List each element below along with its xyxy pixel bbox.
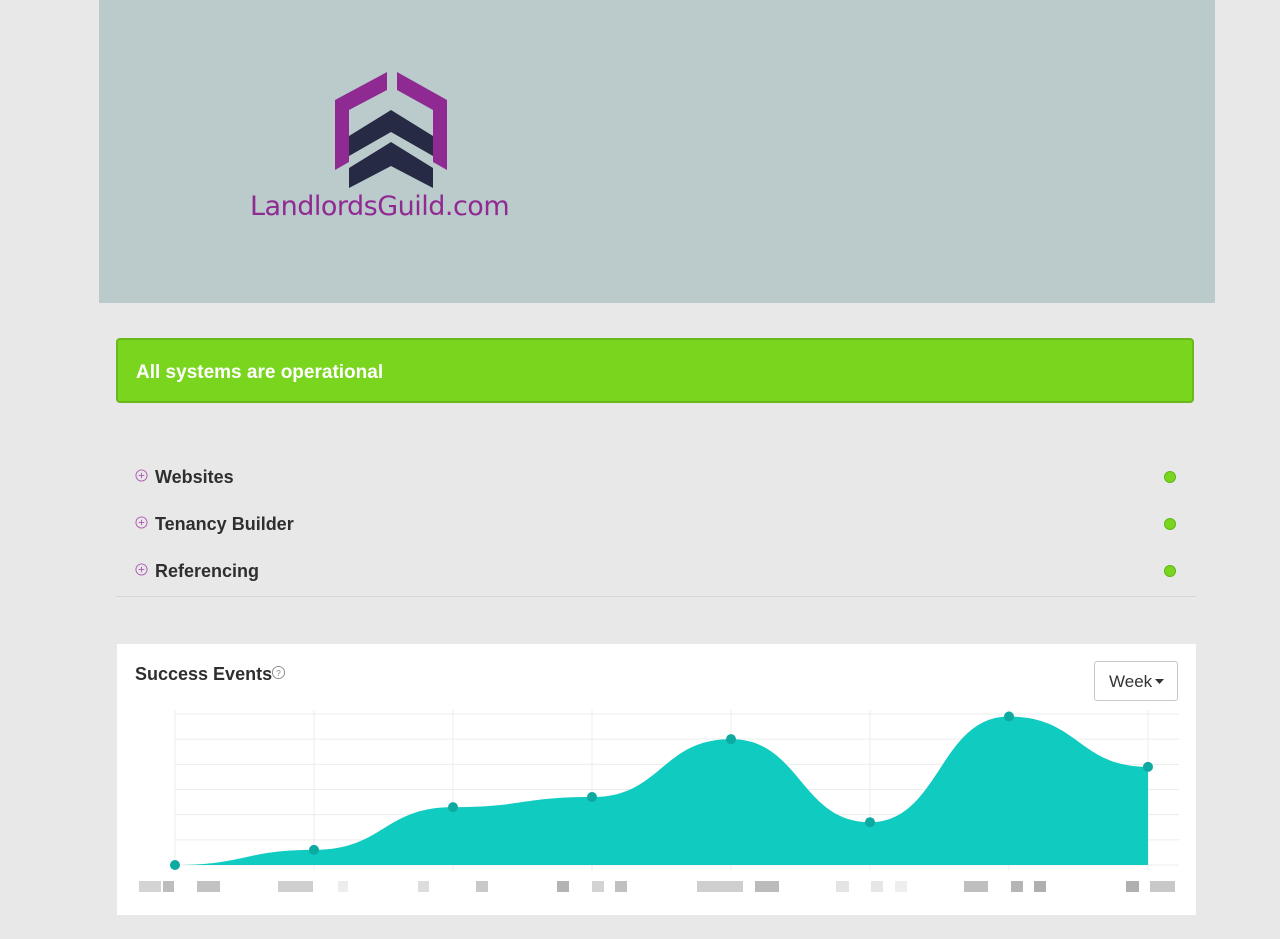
plus-circle-icon[interactable] (135, 516, 148, 529)
data-point (170, 860, 180, 870)
data-point (1143, 761, 1153, 772)
status-dot (1164, 471, 1176, 483)
x-tick-label (615, 881, 627, 892)
x-tick-label (1011, 881, 1023, 892)
success-events-chart (139, 710, 1179, 892)
x-tick-label (1150, 881, 1175, 892)
logo-icon (335, 72, 447, 188)
component-name: Referencing (155, 561, 260, 581)
status-dot (1164, 518, 1176, 530)
x-tick-label (476, 881, 488, 892)
components-list: Websites Tenancy Builder Referencing (116, 453, 1196, 597)
x-tick-label (895, 881, 907, 892)
status-message: All systems are operational (136, 362, 384, 383)
component-tenancy-builder[interactable]: Tenancy Builder (116, 500, 1196, 547)
plus-circle-icon[interactable] (135, 563, 148, 576)
x-tick-label (338, 881, 348, 892)
x-tick-label (836, 881, 849, 892)
data-point (1004, 711, 1014, 722)
x-tick-label (557, 881, 569, 892)
data-point (587, 792, 597, 803)
x-tick-label (1126, 881, 1139, 892)
header-banner: LandlordsGuild.com (99, 0, 1215, 303)
plus-circle-icon[interactable] (135, 469, 148, 482)
data-point (309, 844, 319, 855)
x-tick-label (418, 881, 429, 892)
x-tick-label (964, 881, 988, 892)
component-name: Tenancy Builder (155, 514, 294, 534)
component-name: Websites (155, 467, 234, 487)
data-point (448, 802, 458, 813)
x-tick-label (197, 881, 220, 892)
data-point (726, 734, 736, 745)
data-point (865, 817, 875, 828)
component-referencing[interactable]: Referencing (116, 547, 1196, 594)
x-tick-label (163, 881, 174, 892)
component-websites[interactable]: Websites (116, 453, 1196, 500)
logo-text: LandlordsGuild.com (250, 191, 510, 222)
metrics-panel: Success Events ? Week (117, 644, 1196, 915)
x-tick-label (697, 881, 743, 892)
x-tick-label (278, 881, 313, 892)
x-tick-label (592, 881, 604, 892)
x-tick-label (139, 881, 161, 892)
status-dot (1164, 565, 1176, 577)
x-tick-label (1034, 881, 1046, 892)
x-tick-label (871, 881, 883, 892)
status-banner: All systems are operational (116, 338, 1194, 403)
x-tick-label (755, 881, 779, 892)
